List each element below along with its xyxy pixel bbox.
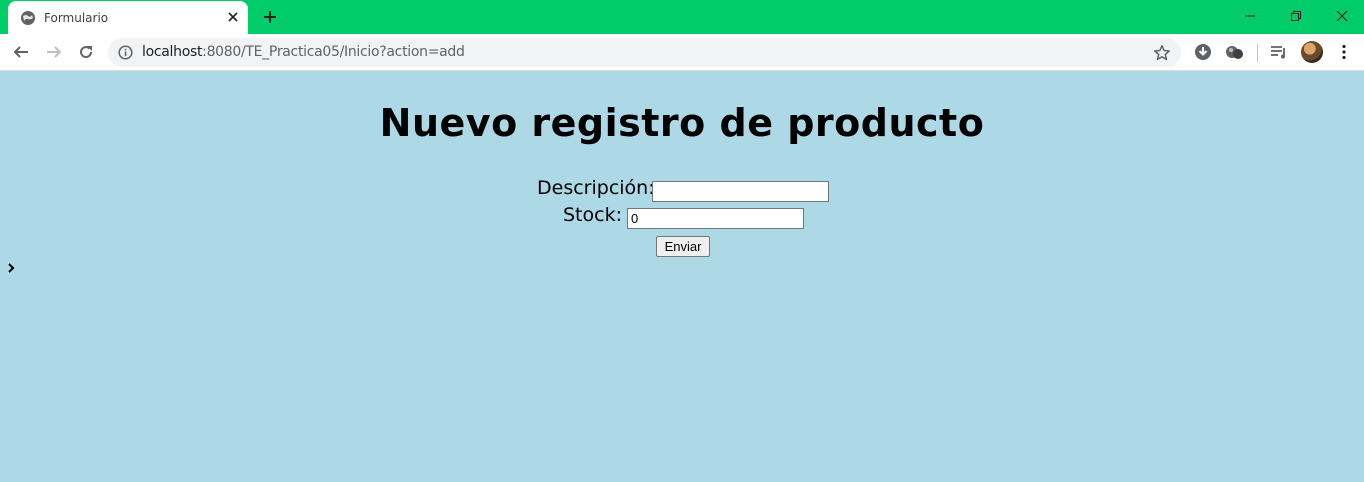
chevron-right-icon (8, 263, 15, 273)
info-icon[interactable] (118, 45, 133, 60)
url-host: localhost (142, 44, 203, 60)
minimize-button[interactable] (1227, 0, 1273, 32)
forward-button[interactable] (40, 38, 68, 66)
close-tab-icon[interactable] (224, 8, 242, 26)
page-content: Nuevo registro de producto Descripción: … (0, 71, 1364, 482)
page-title: Nuevo registro de producto (379, 101, 985, 145)
descripcion-label: Descripción: (537, 177, 655, 199)
url-text[interactable]: localhost:8080/TE_Practica05/Inicio?acti… (142, 44, 465, 61)
media-control-icon[interactable] (1265, 38, 1293, 66)
toolbar-divider (1257, 44, 1258, 62)
profile-avatar[interactable] (1301, 41, 1323, 63)
restore-button[interactable] (1273, 0, 1319, 32)
stock-label: Stock: (563, 204, 622, 226)
close-window-button[interactable] (1319, 0, 1364, 32)
extension-icon[interactable] (1221, 38, 1249, 66)
download-icon[interactable] (1189, 38, 1217, 66)
new-tab-button[interactable] (259, 6, 281, 28)
descripcion-input[interactable] (652, 181, 829, 202)
browser-toolbar: localhost:8080/TE_Practica05/Inicio?acti… (0, 34, 1364, 71)
reload-button[interactable] (72, 38, 100, 66)
star-icon[interactable] (1153, 44, 1171, 62)
browser-tab[interactable]: Formulario (8, 1, 248, 34)
submit-button[interactable]: Enviar (656, 236, 710, 257)
address-bar[interactable]: localhost:8080/TE_Practica05/Inicio?acti… (108, 38, 1181, 67)
tab-title: Formulario (44, 11, 109, 25)
url-path: :8080/TE_Practica05/Inicio?action=add (202, 44, 465, 60)
tab-strip: Formulario (0, 0, 1364, 34)
globe-icon (21, 11, 35, 25)
stock-input[interactable] (627, 208, 804, 229)
menu-icon[interactable] (1330, 38, 1358, 66)
back-button[interactable] (7, 38, 35, 66)
